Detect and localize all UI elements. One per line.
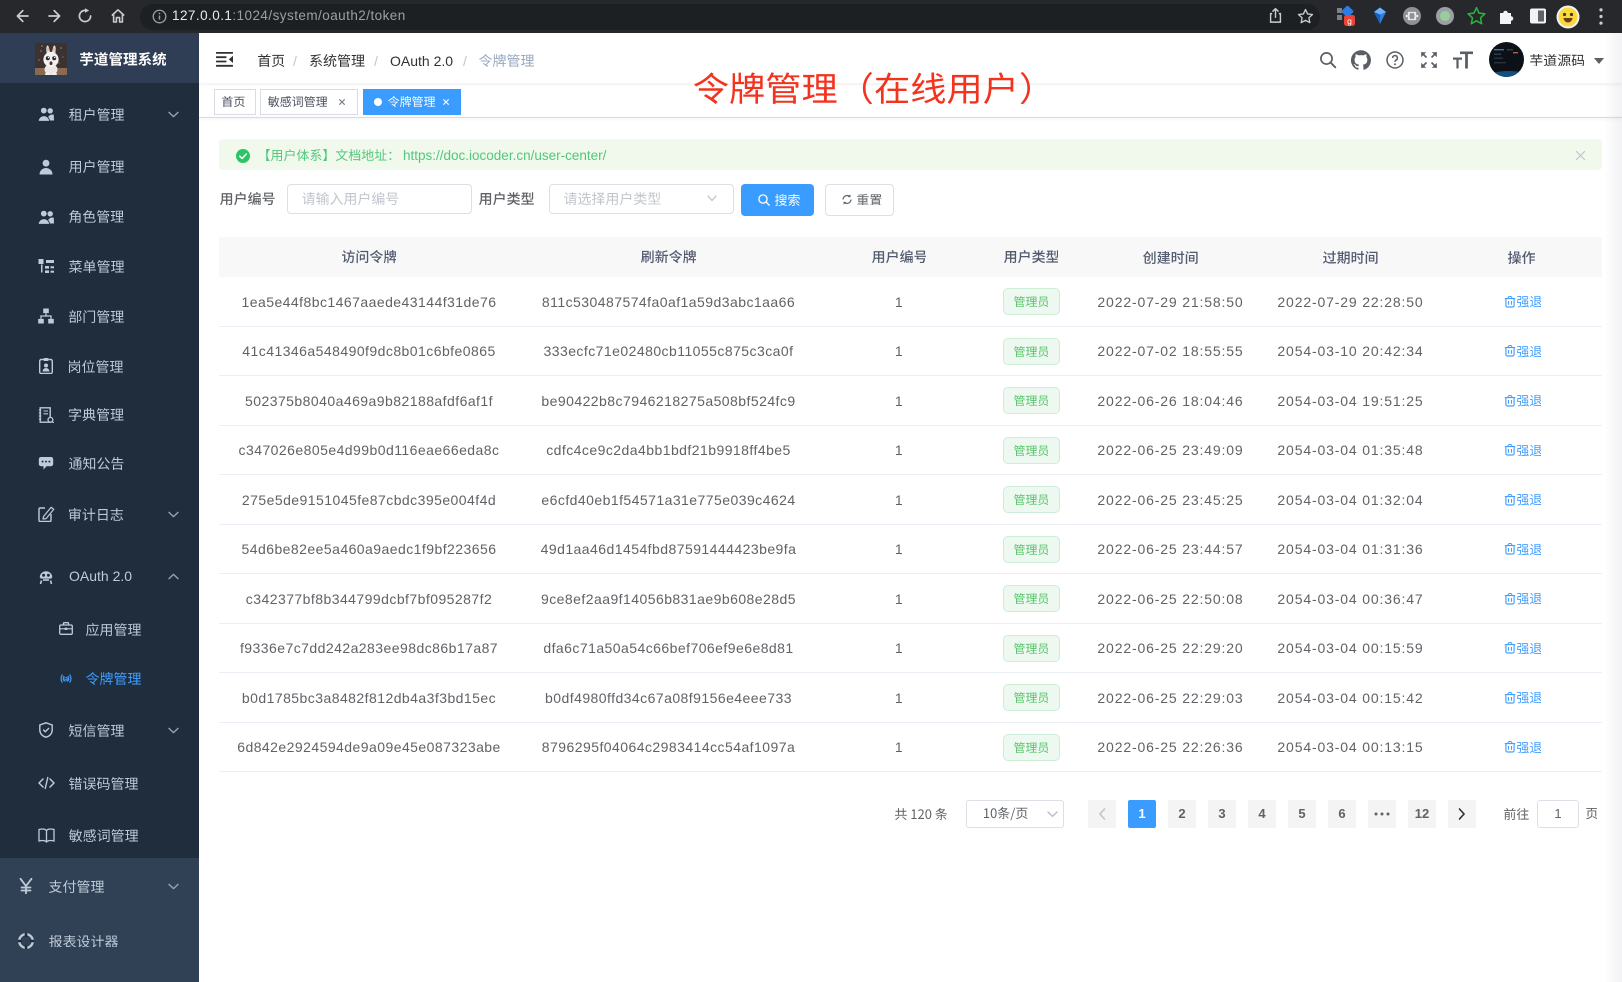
svg-text:a: a <box>64 673 69 683</box>
svg-text:g: g <box>1347 16 1352 26</box>
